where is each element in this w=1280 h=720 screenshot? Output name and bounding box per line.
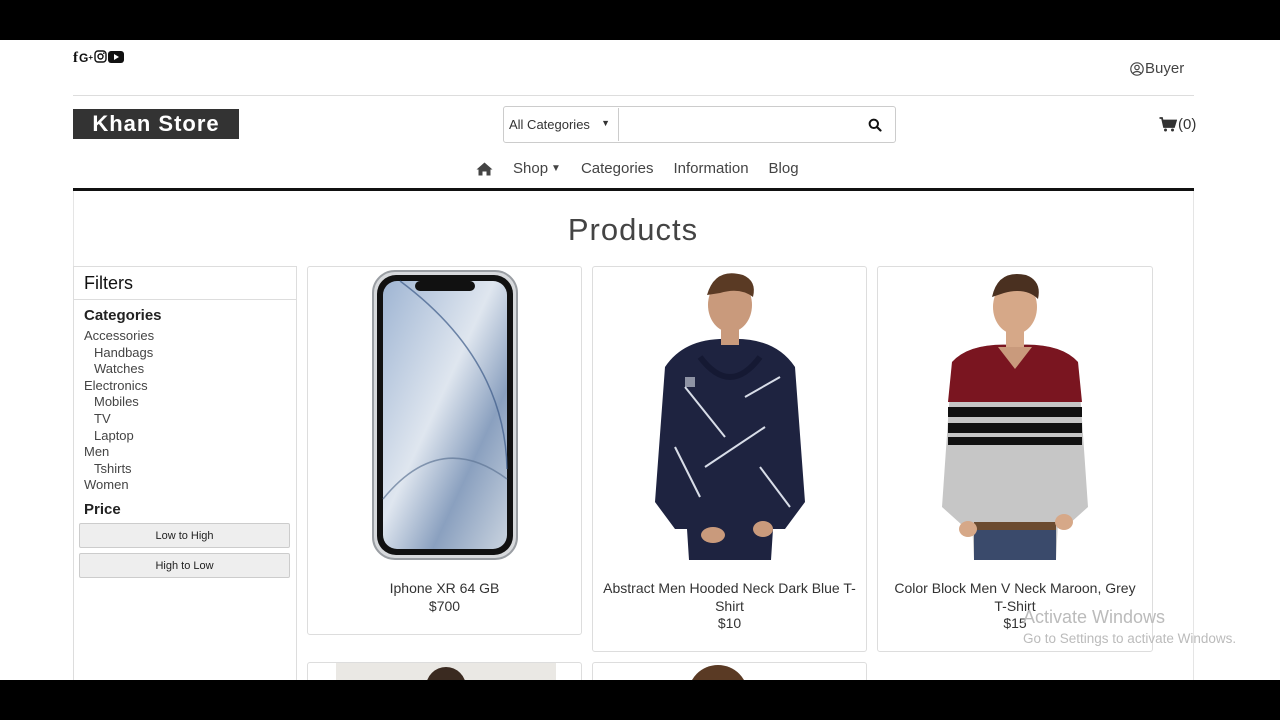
- nav-item-blog[interactable]: Blog: [769, 160, 799, 177]
- product-price: $700: [428, 597, 461, 614]
- nav-item-categories[interactable]: Categories: [581, 160, 654, 177]
- windows-activation-watermark: Activate Windows Go to Settings to activ…: [1023, 606, 1236, 650]
- google-plus-icon[interactable]: G+: [79, 51, 93, 65]
- store-logo[interactable]: Khan Store: [73, 109, 239, 139]
- caret-down-icon: ▼: [601, 118, 610, 128]
- caret-down-icon: ▼: [551, 163, 561, 174]
- subcategory-link[interactable]: Tshirts: [84, 461, 296, 478]
- watermark-title: Activate Windows: [1023, 607, 1166, 627]
- home-icon: [476, 162, 493, 175]
- subcategory-link[interactable]: Laptop: [84, 428, 296, 445]
- subcategory-link[interactable]: TV: [84, 411, 296, 428]
- user-circle-icon: [1130, 61, 1144, 76]
- user-menu[interactable]: Buyer: [1130, 60, 1184, 77]
- home-link[interactable]: [476, 162, 493, 176]
- search-input[interactable]: [619, 108, 855, 141]
- maroon-grey-tshirt-image: [878, 267, 1152, 562]
- user-label: Buyer: [1145, 60, 1185, 77]
- product-image: [336, 663, 556, 680]
- instagram-icon[interactable]: [94, 50, 107, 66]
- category-link[interactable]: Accessories: [84, 328, 296, 345]
- category-list: Accessories Handbags Watches Electronics…: [74, 328, 296, 494]
- product-card[interactable]: Iphone XR 64 GB $700: [307, 266, 582, 635]
- letterbox-bottom: [0, 680, 1280, 720]
- letterbox-top: [0, 0, 1280, 40]
- header-divider: [73, 95, 1194, 96]
- product-price: $10: [717, 615, 742, 631]
- price-title: Price: [84, 500, 121, 518]
- sort-high-to-low-button[interactable]: High to Low: [79, 552, 290, 578]
- nav-item-information[interactable]: Information: [674, 160, 749, 177]
- categories-title: Categories: [84, 307, 162, 324]
- main-nav: Shop ▼ Categories Information Blog: [476, 160, 799, 177]
- product-image: [688, 665, 748, 680]
- category-select[interactable]: All Categories ▼: [504, 108, 619, 141]
- nav-item-label: Shop: [513, 160, 549, 177]
- category-link[interactable]: Men: [84, 444, 296, 461]
- facebook-icon[interactable]: f: [73, 51, 78, 66]
- search-button[interactable]: [855, 108, 895, 141]
- shopping-cart-icon: [1159, 117, 1177, 132]
- product-info: Abstract Men Hooded Neck Dark Blue T-Shi…: [593, 580, 866, 633]
- search-bar: All Categories ▼: [503, 106, 896, 143]
- page-title: Products: [567, 212, 699, 247]
- subcategory-link[interactable]: Handbags: [84, 345, 296, 362]
- product-name[interactable]: Iphone XR 64 GB: [318, 580, 571, 598]
- product-info: Iphone XR 64 GB $700: [308, 580, 581, 615]
- filters-title: Filters: [74, 267, 296, 300]
- nav-item-shop[interactable]: Shop ▼: [513, 160, 561, 177]
- category-link[interactable]: Women: [84, 477, 296, 494]
- iphone-image: [308, 267, 581, 562]
- search-icon: [868, 118, 882, 132]
- youtube-icon[interactable]: [108, 50, 125, 66]
- social-links: f G+: [73, 50, 125, 66]
- product-card[interactable]: [592, 662, 867, 680]
- subcategory-link[interactable]: Mobiles: [84, 394, 296, 411]
- category-link[interactable]: Electronics: [84, 378, 296, 395]
- category-select-value: All Categories: [509, 117, 590, 132]
- cart-count: (0): [1178, 116, 1197, 133]
- store-page: f G+ Buyer Khan Store All Categories ▼ (…: [0, 40, 1280, 680]
- product-name[interactable]: Abstract Men Hooded Neck Dark Blue T-Shi…: [603, 580, 856, 615]
- navy-hoodie-image: [593, 267, 866, 562]
- filters-panel: Filters Categories Accessories Handbags …: [73, 266, 297, 680]
- product-card[interactable]: [307, 662, 582, 680]
- sort-low-to-high-button[interactable]: Low to High: [79, 522, 290, 548]
- cart-button[interactable]: (0): [1159, 116, 1196, 133]
- watermark-subtitle: Go to Settings to activate Windows.: [1023, 631, 1237, 646]
- subcategory-link[interactable]: Watches: [84, 361, 296, 378]
- product-card[interactable]: Color Block Men V Neck Maroon, Grey T-Sh…: [877, 266, 1153, 652]
- product-card[interactable]: Abstract Men Hooded Neck Dark Blue T-Shi…: [592, 266, 867, 652]
